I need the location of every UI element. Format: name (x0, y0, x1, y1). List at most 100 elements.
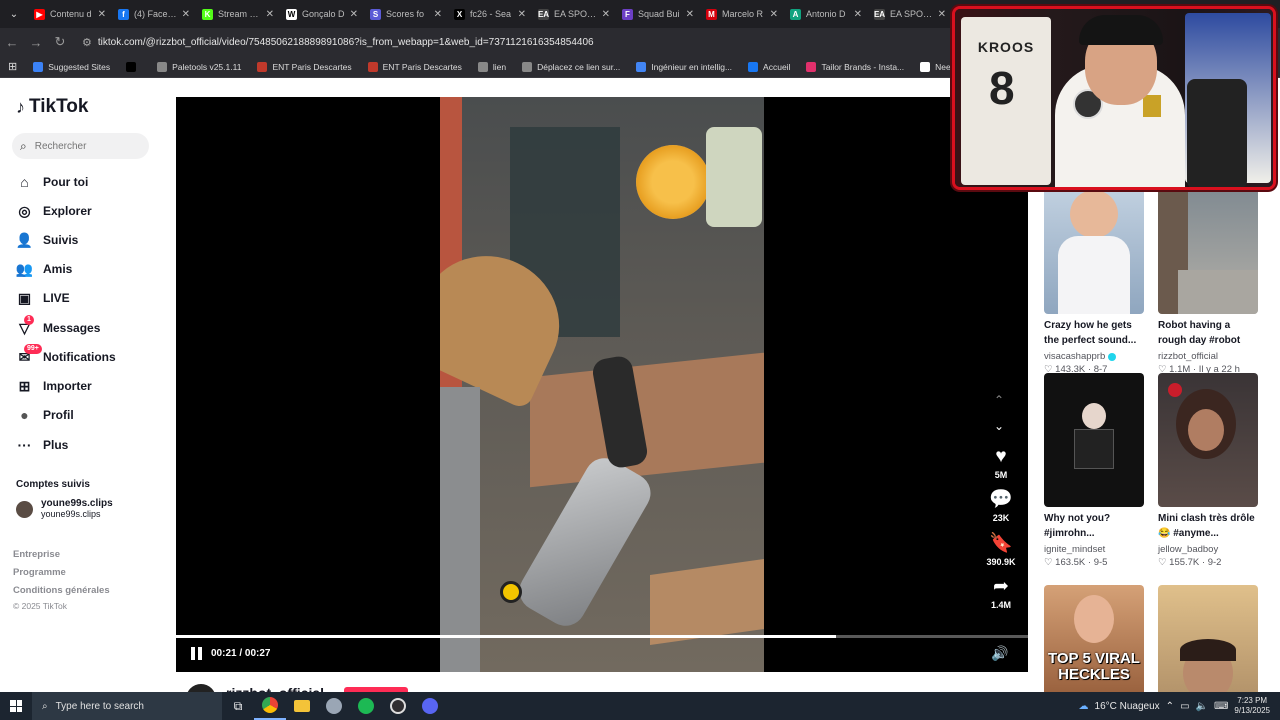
pause-button[interactable] (191, 647, 205, 661)
bookmark-item[interactable]: Accueil (740, 61, 798, 72)
recommended-card[interactable]: TOP 5 VIRAL HECKLES (1044, 585, 1144, 692)
video-frame[interactable] (440, 97, 764, 672)
search-input[interactable] (34, 140, 135, 152)
browser-tab[interactable]: A Antonio D ✕ (784, 0, 868, 28)
footer-link-entreprise[interactable]: Entreprise (13, 549, 60, 560)
followed-account-item[interactable]: youne99s.clips youne99s.clips (16, 498, 113, 520)
close-icon[interactable]: ✕ (434, 9, 442, 20)
close-icon[interactable]: ✕ (182, 9, 190, 20)
recommended-card[interactable]: Robot having a rough day #robot rizzbot_… (1158, 180, 1258, 375)
url-bar[interactable]: ⚙ tiktok.com/@rizzbot_official/video/754… (82, 31, 962, 53)
video-thumbnail[interactable] (1044, 180, 1144, 314)
site-info-icon[interactable]: ⚙ (82, 36, 92, 49)
tab-list-icon[interactable]: ⌄ (0, 0, 28, 28)
nav-item[interactable]: 👥 Amis (16, 258, 73, 280)
nav-item[interactable]: ▣ LIVE (16, 287, 70, 309)
progress-bar[interactable] (176, 635, 1028, 638)
forward-icon[interactable]: → (24, 30, 48, 54)
nav-item[interactable]: ✉ 99+ Notifications (16, 343, 116, 368)
volume-icon[interactable]: 🔊 (991, 645, 1008, 662)
close-icon[interactable]: ✕ (518, 9, 526, 20)
close-icon[interactable]: ✕ (770, 9, 778, 20)
network-icon[interactable]: ▭ (1180, 701, 1189, 712)
keyboard-icon[interactable]: ⌨ (1214, 701, 1228, 712)
tiktok-logo[interactable]: ♪ TikTok (16, 96, 88, 118)
video-thumbnail[interactable] (1158, 373, 1258, 507)
browser-tab[interactable]: W Gonçalo D ✕ (280, 0, 364, 28)
close-icon[interactable]: ✕ (938, 9, 946, 20)
recommended-card[interactable]: Mini clash très drôle 😂 #anyme... jellow… (1158, 373, 1258, 568)
weather-text[interactable]: 16°C Nuageux (1095, 701, 1160, 712)
browser-tab[interactable]: EA EA SPORT ✕ (868, 0, 952, 28)
recommended-card[interactable]: Crazy how he gets the perfect sound... v… (1044, 180, 1144, 375)
browser-tab[interactable]: M Marcelo R ✕ (700, 0, 784, 28)
video-thumbnail[interactable] (1044, 373, 1144, 507)
footer-link-conditions[interactable]: Conditions générales (13, 585, 110, 596)
comment-button[interactable]: 💬 23K (980, 490, 1022, 524)
nav-item[interactable]: ⌂ Pour toi (16, 171, 88, 193)
taskbar-search[interactable]: ⌕ Type here to search (32, 692, 222, 720)
video-thumbnail[interactable] (1158, 585, 1258, 692)
bookmark-item[interactable]: Suggested Sites (25, 61, 118, 72)
orange-slice-sign (636, 145, 710, 219)
recommended-card[interactable] (1158, 585, 1258, 692)
bookmark-item[interactable]: Déplacez ce lien sur... (514, 61, 628, 72)
browser-tab[interactable]: EA EA SPORT ✕ (532, 0, 616, 28)
reload-icon[interactable]: ↻ (48, 30, 72, 54)
nav-item[interactable]: ▽ 1 Messages (16, 314, 100, 339)
video-player[interactable]: ⌃ ⌄ ♥ 5M 💬 23K 🔖 390.9K ➦ 1.4M 00:21 / 00:27 🔊 (176, 97, 1028, 672)
tray-chevron-icon[interactable]: ⌃ (1166, 701, 1174, 712)
bookmark-item[interactable] (118, 61, 149, 72)
close-icon[interactable]: ✕ (686, 9, 694, 20)
author-avatar[interactable] (186, 684, 216, 692)
followed-account-handle: youne99s.clips (41, 509, 101, 519)
chrome-icon[interactable] (254, 692, 286, 720)
close-icon[interactable]: ✕ (602, 9, 610, 20)
browser-tab[interactable]: K Stream - K ✕ (196, 0, 280, 28)
close-icon[interactable]: ✕ (98, 9, 106, 20)
back-icon[interactable]: ← (0, 30, 24, 54)
footer-link-programme[interactable]: Programme (13, 567, 66, 578)
bookmark-item[interactable]: ENT Paris Descartes (360, 61, 470, 72)
recommended-card[interactable]: Why not you? #jimrohn... ignite_mindset … (1044, 373, 1144, 568)
nav-item[interactable]: ◎ Explorer (16, 200, 91, 222)
nav-item[interactable]: ⊞ Importer (16, 375, 92, 397)
browser-tab[interactable]: Xfc26 - Sea ✕ (448, 0, 532, 28)
search-box[interactable]: ⌕ (12, 133, 149, 159)
bookmark-item[interactable]: Paletools v25.1.11 (149, 61, 249, 72)
nav-item[interactable]: ● Profil (16, 404, 73, 426)
bookmark-item[interactable]: lien (470, 61, 514, 72)
close-icon[interactable]: ✕ (350, 9, 358, 20)
app-icon[interactable] (318, 692, 350, 720)
author-name[interactable]: rizzbot_official (226, 685, 324, 692)
like-button[interactable]: ♥ 5M (980, 447, 1022, 481)
task-view-icon[interactable]: ⧉ (222, 692, 254, 720)
save-button[interactable]: 🔖 390.9K (980, 534, 1022, 568)
share-button[interactable]: ➦ 1.4M (980, 577, 1022, 611)
clock[interactable]: 7:23 PM 9/13/2025 (1234, 696, 1270, 716)
close-icon[interactable]: ✕ (854, 9, 862, 20)
discord-icon[interactable] (414, 692, 446, 720)
tab-label: (4) Facebo (134, 9, 177, 19)
apps-icon[interactable]: ⊞ (0, 60, 25, 73)
bookmark-item[interactable]: Tailor Brands - Insta... (798, 61, 912, 72)
spotify-icon[interactable] (350, 692, 382, 720)
browser-tab[interactable]: F Squad Bui ✕ (616, 0, 700, 28)
obs-icon[interactable] (382, 692, 414, 720)
browser-tab[interactable]: S Scores fo ✕ (364, 0, 448, 28)
speaker-icon[interactable]: 🔈 (1196, 701, 1208, 712)
next-video-icon[interactable]: ⌄ (994, 419, 1004, 433)
previous-video-icon[interactable]: ⌃ (994, 393, 1004, 407)
nav-item[interactable]: ··· Plus (16, 434, 69, 456)
browser-tab[interactable]: f (4) Facebo ✕ (112, 0, 196, 28)
close-icon[interactable]: ✕ (266, 9, 274, 20)
bookmark-item[interactable]: ENT Paris Descartes (249, 61, 359, 72)
file-explorer-icon[interactable] (286, 692, 318, 720)
weather-icon[interactable]: ☁ (1079, 701, 1089, 712)
bookmark-item[interactable]: Ingénieur en intellig... (628, 61, 740, 72)
video-thumbnail[interactable]: TOP 5 VIRAL HECKLES (1044, 585, 1144, 692)
browser-tab[interactable]: ▶ Contenu d ✕ (28, 0, 112, 28)
start-button[interactable] (0, 692, 32, 720)
nav-item[interactable]: 👤 Suivis (16, 229, 79, 251)
video-thumbnail[interactable] (1158, 180, 1258, 314)
